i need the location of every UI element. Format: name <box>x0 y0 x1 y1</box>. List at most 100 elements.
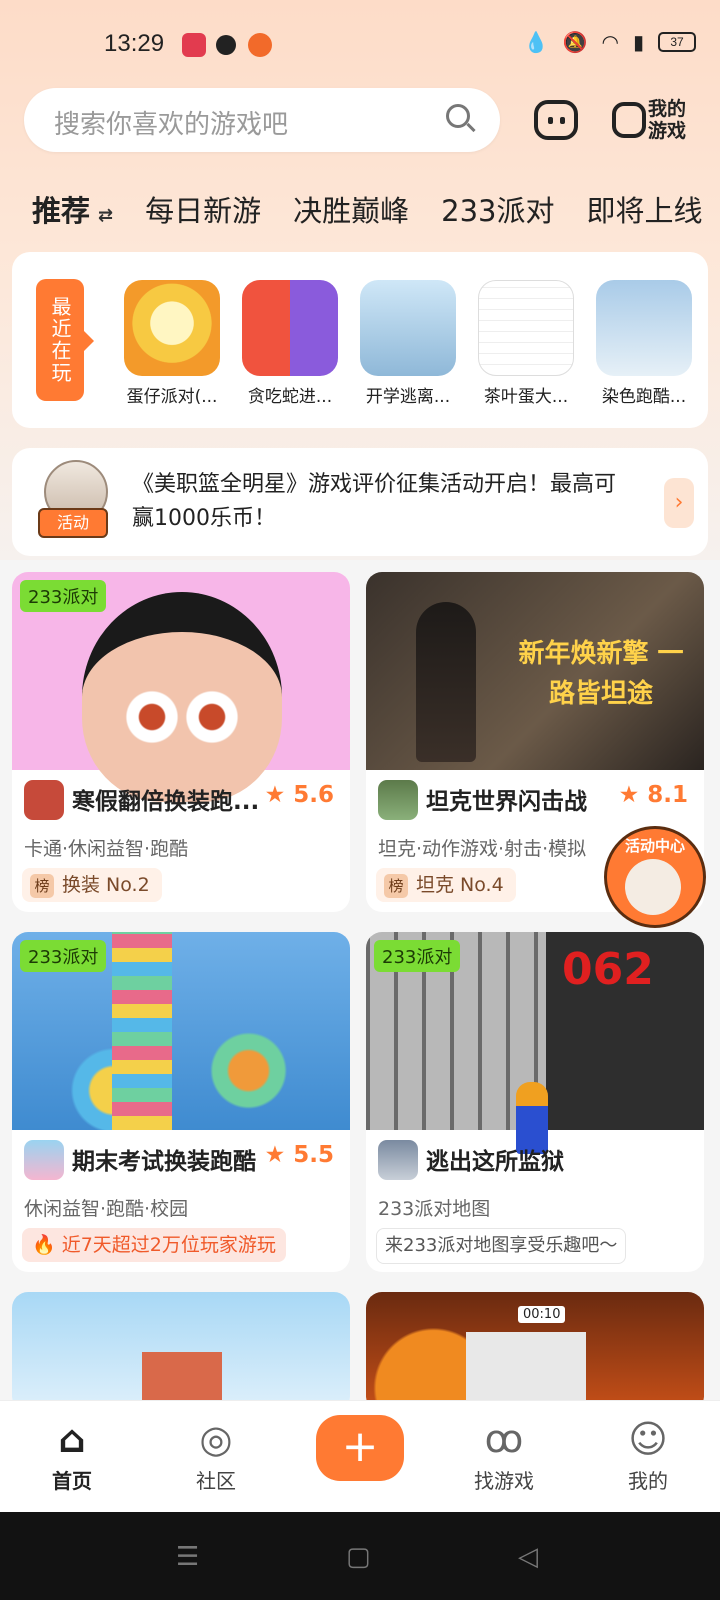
game-card[interactable]: 062 233派对 逃出这所监狱 233派对地图 来233派对地图享受乐趣吧～ <box>366 932 704 1272</box>
party-tag: 233派对 <box>20 940 107 972</box>
bottom-navigation: ⌂ 首页 ◎ 社区 + ꝏ 找游戏 ☺ 我的 <box>0 1400 720 1513</box>
nav-home[interactable]: ⌂ 首页 <box>22 1413 122 1494</box>
activity-mascot-icon: 活动 <box>34 460 114 538</box>
game-rating: ★ 5.6 <box>265 782 334 808</box>
game-tags: 休闲益智·跑酷·校园 <box>24 1198 189 1220</box>
recent-game[interactable]: 蛋仔派对(... <box>124 280 220 407</box>
party-tag: 233派对 <box>20 580 107 612</box>
nav-label: 社区 <box>196 1469 236 1493</box>
recent-game[interactable]: 开学逃离... <box>360 280 456 407</box>
game-card[interactable]: 00:10 <box>366 1292 704 1412</box>
hot-badge: 🔥 近7天超过2万位玩家游玩 <box>22 1228 286 1262</box>
mascot-icon <box>625 859 681 915</box>
tab-label: 推荐 <box>32 194 91 228</box>
recent-game-name: 贪吃蛇进... <box>247 387 333 407</box>
activity-text: 《美职篮全明星》游戏评价征集活动开启！最高可赢1000乐币！ <box>132 472 617 531</box>
game-icon <box>124 280 220 376</box>
cover-character <box>416 602 476 762</box>
activity-badge: 活动 <box>38 508 108 538</box>
community-icon: ◎ <box>199 1417 233 1461</box>
menu-icon[interactable]: ☰ <box>176 1542 199 1572</box>
swap-icon[interactable]: ⇄ <box>98 205 113 226</box>
my-games-button[interactable]: 我的游戏 <box>612 96 692 148</box>
game-icon <box>378 780 418 820</box>
game-card[interactable]: 233派对 寒假翻倍换装跑... ★ 5.6 卡通·休闲益智·跑酷 榜换装 No… <box>12 572 350 912</box>
screen-record-icon <box>182 33 206 57</box>
game-card[interactable] <box>12 1292 350 1412</box>
rank-badge: 榜坦克 No.4 <box>376 868 516 902</box>
game-icon <box>378 1140 418 1180</box>
recent-game-name: 茶叶蛋大... <box>483 387 569 407</box>
map-tag: 来233派对地图享受乐趣吧～ <box>376 1228 627 1264</box>
back-icon[interactable]: ◁ <box>518 1542 538 1572</box>
search-bar[interactable]: 搜索你喜欢的游戏吧 <box>24 88 500 152</box>
star-icon: ★ <box>618 782 648 808</box>
recently-played: 最近在玩 蛋仔派对(... 贪吃蛇进... 开学逃离... 茶叶蛋大... 染色… <box>12 252 708 428</box>
recent-game[interactable]: 贪吃蛇进... <box>242 280 338 407</box>
cover-banner-text: 新年焕新擎 一路皆坦途 <box>518 639 684 709</box>
game-name: 期末考试换装跑酷 <box>72 1149 256 1175</box>
category-tabs: 推荐 ⇄ 每日新游 决胜巅峰 233派对 即将上线 <box>32 188 703 230</box>
cover-counter: 062 <box>562 944 654 995</box>
game-name: 逃出这所监狱 <box>426 1149 564 1175</box>
game-cover: 00:10 <box>366 1292 704 1412</box>
game-tags: 坦克·动作游戏·射击·模拟 <box>378 838 587 860</box>
fire-icon: 🔥 <box>32 1234 56 1256</box>
tab-peak[interactable]: 决胜巅峰 <box>293 188 409 230</box>
nav-label: 我的 <box>628 1469 668 1493</box>
game-rating: ★ 8.1 <box>619 782 688 808</box>
rating-value: 5.5 <box>293 1142 334 1168</box>
activity-banner[interactable]: 活动 《美职篮全明星》游戏评价征集活动开启！最高可赢1000乐币！ › <box>12 448 708 556</box>
activity-center-label: 活动中心 <box>624 837 685 855</box>
game-icon <box>24 780 64 820</box>
recent-label: 最近在玩 <box>36 279 94 401</box>
rating-value: 8.1 <box>647 782 688 808</box>
plus-icon: + <box>341 1421 379 1472</box>
game-tags: 卡通·休闲益智·跑酷 <box>24 838 189 860</box>
rank-icon: 榜 <box>384 874 408 898</box>
message-icon-dot <box>560 117 565 124</box>
recent-game[interactable]: 茶叶蛋大... <box>478 280 574 407</box>
recent-game-name: 蛋仔派对(... <box>126 387 218 407</box>
my-games-label: 我的游戏 <box>648 98 687 142</box>
nav-me[interactable]: ☺ 我的 <box>598 1413 698 1494</box>
recent-game[interactable]: 染色跑酷... <box>596 280 692 407</box>
nav-find-games[interactable]: ꝏ 找游戏 <box>454 1413 554 1494</box>
hot-text: 近7天超过2万位玩家游玩 <box>61 1234 276 1256</box>
rank-text: 换装 No.2 <box>62 874 150 896</box>
game-cover: 新年焕新擎 一路皆坦途 <box>366 572 704 770</box>
activity-center-button[interactable]: 活动中心 <box>604 826 706 928</box>
message-button[interactable] <box>534 100 578 140</box>
search-input[interactable]: 搜索你喜欢的游戏吧 <box>54 104 288 141</box>
game-name: 寒假翻倍换装跑... <box>72 789 260 815</box>
message-icon <box>548 117 553 124</box>
cover-character <box>82 592 282 802</box>
nav-label: 首页 <box>52 1469 92 1493</box>
game-icon <box>596 280 692 376</box>
tab-daily-new[interactable]: 每日新游 <box>145 188 261 230</box>
nav-community[interactable]: ◎ 社区 <box>166 1413 266 1494</box>
party-tag: 233派对 <box>374 940 461 972</box>
game-name: 坦克世界闪击战 <box>426 789 587 815</box>
chevron-right-icon[interactable]: › <box>664 478 694 528</box>
app-notification-icon <box>216 35 236 55</box>
tab-233-party[interactable]: 233派对 <box>441 188 554 230</box>
tab-coming-soon[interactable]: 即将上线 <box>587 188 703 230</box>
cover-timer: 00:10 <box>518 1306 566 1323</box>
recent-game-name: 染色跑酷... <box>601 387 687 407</box>
tab-recommend[interactable]: 推荐 ⇄ <box>32 188 113 230</box>
game-rating: ★ 5.5 <box>265 1142 334 1168</box>
home-square-icon[interactable]: ▢ <box>346 1542 371 1572</box>
home-icon: ⌂ <box>58 1417 86 1461</box>
star-icon: ★ <box>264 782 294 808</box>
game-tags: 233派对地图 <box>378 1198 491 1220</box>
game-card[interactable]: 233派对 期末考试换装跑酷 ★ 5.5 休闲益智·跑酷·校园 🔥 近7天超过2… <box>12 932 350 1272</box>
game-icon <box>360 280 456 376</box>
gamepad-icon <box>612 102 646 138</box>
system-navigation-bar: ☰ ▢ ◁ <box>0 1512 720 1600</box>
game-icon <box>242 280 338 376</box>
game-icon <box>478 280 574 376</box>
search-icon[interactable] <box>446 104 470 128</box>
status-bar: 13:29 💧 🔕 ◠ ▮ 37 <box>0 0 720 90</box>
add-button[interactable]: + <box>316 1415 404 1481</box>
